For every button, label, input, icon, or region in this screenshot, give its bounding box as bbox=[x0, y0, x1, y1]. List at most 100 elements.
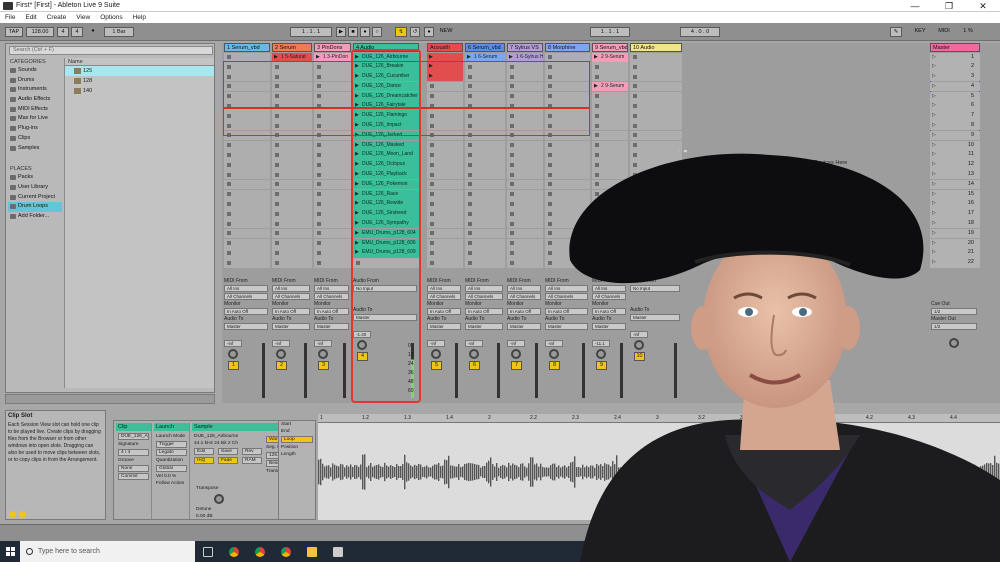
clip-slot[interactable] bbox=[224, 160, 270, 170]
channel-select[interactable]: All Channels bbox=[507, 293, 541, 300]
clip-slot[interactable] bbox=[224, 189, 270, 199]
clip-slot[interactable] bbox=[507, 238, 543, 248]
file-folder-125[interactable]: 125 bbox=[65, 66, 214, 76]
clip-slot[interactable] bbox=[427, 219, 463, 229]
track-header[interactable]: Acousth bbox=[427, 43, 463, 52]
quantization-select[interactable]: Global bbox=[156, 465, 187, 472]
channel-select[interactable]: All Channels bbox=[224, 293, 268, 300]
draw-mode-icon[interactable]: ✎ bbox=[890, 27, 902, 37]
volume-field[interactable]: -inf bbox=[272, 340, 290, 347]
clip-slot[interactable] bbox=[592, 121, 628, 131]
track-activator-button[interactable]: 3 bbox=[318, 361, 329, 370]
clip-slot[interactable] bbox=[224, 258, 270, 268]
clip-slot[interactable] bbox=[427, 179, 463, 190]
clip-slot[interactable] bbox=[224, 228, 270, 239]
clip-box-header[interactable]: Clip bbox=[116, 423, 151, 431]
category-max-for-live[interactable]: Max for Live bbox=[8, 114, 62, 124]
clip-slot[interactable] bbox=[272, 170, 312, 180]
clip-slot[interactable] bbox=[427, 248, 463, 258]
loop-length-field[interactable]: 4 . 0 . 0 bbox=[680, 27, 720, 37]
clip-slot[interactable] bbox=[314, 199, 351, 209]
clip-slot[interactable] bbox=[427, 258, 463, 268]
clip-slot[interactable] bbox=[314, 219, 351, 229]
clip-slot[interactable] bbox=[314, 258, 351, 268]
monitor-select[interactable]: In Auto Off bbox=[507, 308, 541, 315]
category-audio-effects[interactable]: Audio Effects bbox=[8, 95, 62, 105]
scene-launch-button[interactable]: 2 bbox=[930, 62, 980, 72]
clip-slot[interactable] bbox=[427, 199, 463, 209]
loop-start-field[interactable]: 1 . 1 . 1 bbox=[590, 27, 630, 37]
clip-slot[interactable] bbox=[592, 101, 628, 111]
windows-start-icon[interactable] bbox=[0, 541, 20, 562]
scene-launch-button[interactable]: 8 bbox=[930, 121, 980, 131]
signature-field[interactable]: 4 / 4 bbox=[118, 449, 149, 456]
output-select[interactable]: Master bbox=[272, 323, 310, 330]
clip-slot[interactable] bbox=[465, 258, 505, 268]
clip[interactable]: 2 9-Serum bbox=[592, 52, 628, 62]
info-toggle-icon[interactable] bbox=[9, 511, 16, 518]
signature-numerator[interactable]: 4 bbox=[57, 27, 69, 37]
browser-search-input[interactable]: Search (Ctrl + F) bbox=[9, 46, 213, 55]
pan-knob[interactable] bbox=[228, 349, 238, 359]
clip-slot[interactable] bbox=[630, 101, 682, 111]
clip-slot[interactable] bbox=[224, 209, 270, 219]
clip-slot[interactable] bbox=[507, 248, 543, 258]
clip-slot[interactable] bbox=[465, 189, 505, 199]
clip-slot[interactable] bbox=[224, 219, 270, 229]
output-select[interactable]: Master bbox=[314, 323, 349, 330]
commit-button[interactable]: Commit bbox=[118, 473, 149, 480]
chrome-icon-3[interactable] bbox=[273, 541, 299, 562]
pan-knob[interactable] bbox=[276, 349, 286, 359]
clip-slot[interactable] bbox=[507, 228, 543, 239]
transpose-knob[interactable] bbox=[214, 494, 224, 504]
clip-slot[interactable] bbox=[272, 150, 312, 160]
clip-slot[interactable] bbox=[427, 228, 463, 239]
clip-slot[interactable] bbox=[314, 160, 351, 170]
key-map-button[interactable]: KEY bbox=[910, 27, 930, 37]
menu-edit[interactable]: Edit bbox=[20, 14, 41, 21]
clip-slot[interactable] bbox=[272, 258, 312, 268]
minimize-button[interactable]: — bbox=[898, 0, 932, 12]
clip-slot[interactable] bbox=[465, 150, 505, 160]
scene-launch-button[interactable]: 1 bbox=[930, 52, 980, 62]
monitor-select[interactable]: In Auto Off bbox=[314, 308, 349, 315]
master-track-header[interactable]: Master bbox=[930, 43, 980, 52]
launch-box-header[interactable]: Launch bbox=[154, 423, 189, 431]
clip-slot[interactable] bbox=[507, 179, 543, 190]
clip-slot[interactable] bbox=[224, 179, 270, 190]
track-header[interactable]: 7 Sylrus VS bbox=[507, 43, 543, 52]
clip-slot[interactable] bbox=[630, 72, 682, 82]
track-header[interactable]: 9 Serum_vbd bbox=[592, 43, 628, 52]
clip-slot[interactable] bbox=[465, 140, 505, 150]
clip-slot[interactable] bbox=[465, 248, 505, 258]
scene-launch-button[interactable]: 3 bbox=[930, 72, 980, 82]
browser-preview-bar[interactable] bbox=[5, 394, 215, 404]
volume-field[interactable]: -inf bbox=[427, 340, 445, 347]
track-header[interactable]: 3 PinDons bbox=[314, 43, 351, 52]
clip-slot[interactable] bbox=[507, 258, 543, 268]
launch-mode-select[interactable]: Trigger bbox=[156, 441, 187, 448]
track-header[interactable]: 1 Serum_vbd bbox=[224, 43, 270, 52]
clip-slot[interactable] bbox=[314, 140, 351, 150]
session-record-icon[interactable]: ● bbox=[424, 27, 434, 37]
category-clips[interactable]: Clips bbox=[8, 134, 62, 144]
clip-slot[interactable] bbox=[630, 52, 682, 62]
clip-slot[interactable] bbox=[427, 170, 463, 180]
chrome-icon-2[interactable] bbox=[247, 541, 273, 562]
clip-slot[interactable] bbox=[592, 130, 628, 141]
arrangement-position[interactable]: 1 . 1 . 1 bbox=[290, 27, 332, 37]
track-header[interactable]: 6 Serum_vbd bbox=[465, 43, 505, 52]
close-button[interactable]: ✕ bbox=[966, 0, 1000, 12]
track-activator-button[interactable]: 6 bbox=[469, 361, 480, 370]
output-select[interactable]: Master bbox=[507, 323, 541, 330]
place-packs[interactable]: Packs bbox=[8, 173, 62, 183]
clip-slot[interactable] bbox=[507, 199, 543, 209]
clip-slot[interactable] bbox=[272, 219, 312, 229]
loop-button[interactable]: Loop bbox=[281, 436, 313, 443]
overdub-icon[interactable]: ○ bbox=[372, 27, 382, 37]
track-activator-button[interactable]: 2 bbox=[276, 361, 287, 370]
clip-slot[interactable] bbox=[224, 199, 270, 209]
input-select[interactable]: All Ins bbox=[427, 285, 461, 292]
clip-slot[interactable] bbox=[592, 91, 628, 101]
gain-value[interactable]: 0.00 dB bbox=[194, 513, 244, 520]
